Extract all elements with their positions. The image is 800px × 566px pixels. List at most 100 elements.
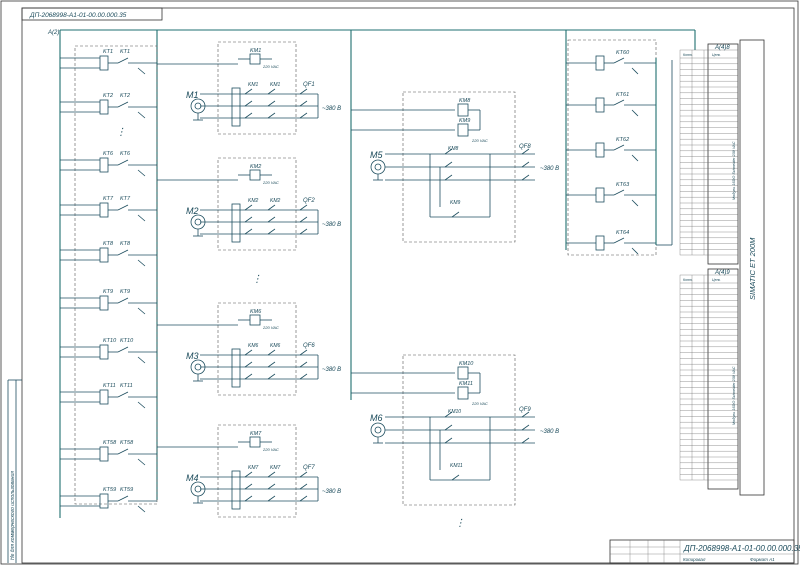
motor-label: M6 (370, 413, 383, 423)
relay-contact (117, 448, 129, 455)
coil-label: KM2 (250, 164, 261, 170)
contact (244, 88, 253, 95)
contact (244, 471, 253, 478)
coil-reverse-label: KM9 (459, 118, 470, 124)
relay-kt2: KT2 KT2 (60, 93, 157, 119)
contactor-label: KM6 (248, 343, 259, 349)
motor-circuit-m4: KM7 220 VAC KM7 KM7 QF7 ~380 В M4 (157, 424, 341, 518)
breaker-contact (299, 471, 308, 478)
contactor-coil (249, 53, 261, 65)
contact (244, 112, 253, 119)
relay-contact (613, 99, 625, 106)
contact-reverse-label: KM9 (450, 200, 461, 206)
relay-contact (117, 204, 129, 211)
motor-label: M5 (370, 150, 383, 160)
relay-contact (613, 189, 625, 196)
relay-label: KT62 (616, 137, 629, 143)
relay-contact (613, 237, 625, 244)
coil-voltage: 220 VAC (262, 325, 279, 330)
contactor-coil (249, 314, 261, 326)
module-col-circuit: Цепь (712, 53, 720, 57)
relay-kt10: KT10 KT10 (60, 338, 157, 364)
bus-label: A(2) (47, 30, 59, 36)
contactor-label: KM7 (248, 465, 259, 471)
relay-coil (595, 187, 605, 203)
contact (267, 349, 276, 356)
relay-coil-label: KT7 (103, 196, 114, 202)
aux-label: KM7 (270, 465, 281, 471)
relay-kt6: KT6 KT6 (60, 151, 157, 177)
contact (267, 483, 276, 490)
relay-coil (99, 389, 109, 405)
contact (244, 204, 253, 211)
relay-kt61: KT61 (566, 92, 656, 117)
contact (444, 437, 453, 444)
contact (244, 361, 253, 368)
relay-contact-label: KT58 (120, 440, 134, 446)
breaker-contact (299, 112, 308, 119)
relay-coil (99, 55, 109, 71)
relay-coil (99, 295, 109, 311)
contact (267, 216, 276, 223)
breaker-contact (299, 373, 308, 380)
relay-kt62: KT62 (566, 137, 656, 162)
relay-contact (117, 159, 129, 166)
relay-kt11: KT11 KT11 (60, 383, 157, 409)
coil-reverse (457, 386, 469, 400)
aux-label: KM1 (270, 82, 281, 88)
side-text: Не для коммерческого использования (10, 471, 16, 560)
reverse-contact (451, 211, 460, 218)
contact (267, 112, 276, 119)
relay-coil (99, 247, 109, 263)
relay-kt7: KT7 KT7 (60, 196, 157, 222)
coil-voltage: 220 VAC (262, 447, 279, 452)
relay-contact-label: KT9 (120, 289, 130, 295)
relay-coil (595, 97, 605, 113)
voltage-label: ~380 В (540, 429, 559, 435)
reversing-circuit-m6: KM10 KM11 220 VAC KM10 KM11 QF9 ~380 В M6 (351, 354, 559, 506)
contact (244, 228, 253, 235)
relay-contact-label: KT2 (120, 93, 130, 99)
coil-label: KM1 (250, 48, 261, 54)
contact (244, 100, 253, 107)
breaker-contact (299, 204, 308, 211)
voltage-label: ~380 В (322, 222, 341, 228)
contact-forward-label: KM10 (448, 409, 461, 415)
relay-coil (99, 344, 109, 360)
title-block: ДП-2068998-A1-01-00.00.000.35 Копировал … (609, 539, 800, 564)
relay-kt9: KT9 KT9 (60, 289, 157, 315)
title-code: ДП-2068998-A1-01-00.00.000.35 (683, 544, 800, 553)
coil-forward-label: KM8 (459, 98, 471, 104)
relay-kt8: KT8 KT8 (60, 241, 157, 267)
coil-label: KM7 (250, 431, 262, 437)
breaker-contact (299, 349, 308, 356)
contact (244, 483, 253, 490)
module-side-label: Модуль 16DO Schneider 230 VAC (732, 366, 736, 425)
right-relay-column: KT60 KT61 KT62 KT63 KT64 (566, 39, 673, 256)
coil-reverse (457, 123, 469, 137)
contactor-label: KM1 (248, 82, 259, 88)
relay-contact (613, 57, 625, 64)
module-table (679, 274, 739, 481)
contact (267, 495, 276, 502)
motor-enclosure (217, 157, 297, 251)
breaker-contact (521, 424, 530, 431)
motor-label: M4 (186, 473, 199, 483)
motor-circuit-m1: KM1 220 VAC KM1 KM1 QF1 ~380 В M1 (157, 41, 341, 135)
breaker-contact (299, 228, 308, 235)
relay-kt64: KT64 (566, 230, 656, 255)
reversing-ellipsis: ⋮ (455, 518, 465, 529)
relay-kt60: KT60 (566, 50, 656, 75)
breaker-contact (299, 483, 308, 490)
relay-kt58: KT58 KT58 (60, 440, 157, 466)
relay-contact (117, 346, 129, 353)
breaker-label: QF8 (519, 144, 531, 150)
relay-coil-label: KT11 (103, 383, 116, 389)
relay-coil-label: KT6 (103, 151, 114, 157)
contact (244, 216, 253, 223)
coil-voltage: 220 VAC (471, 401, 488, 406)
relay-label: KT64 (616, 230, 629, 236)
contact (444, 174, 453, 181)
reverse-contact (451, 474, 460, 481)
contactor-label: KM2 (248, 198, 259, 204)
